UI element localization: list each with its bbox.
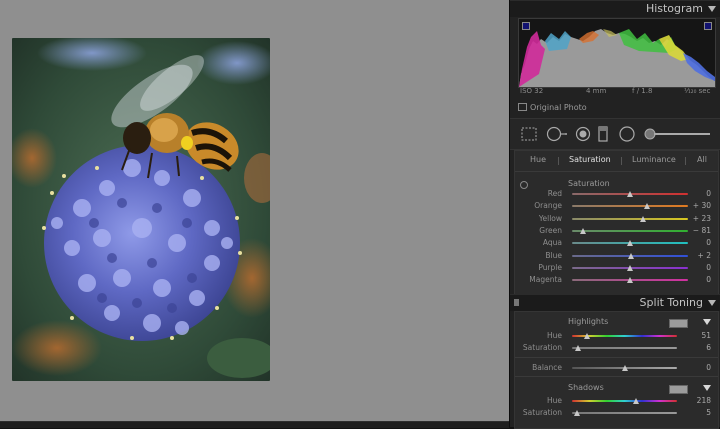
original-photo-checkbox[interactable] bbox=[518, 103, 527, 111]
hsl-green-label: Green bbox=[539, 225, 562, 235]
hsl-aqua-slider-thumb[interactable] bbox=[627, 240, 633, 247]
tab-separator bbox=[558, 157, 559, 165]
graduated-filter-icon[interactable] bbox=[598, 126, 608, 142]
shadows-color-swatch[interactable] bbox=[669, 385, 688, 394]
hsl-green-value[interactable]: − 81 bbox=[681, 226, 711, 235]
split-toning-header[interactable]: Split Toning bbox=[510, 294, 720, 311]
tab-hue[interactable]: Hue bbox=[530, 155, 546, 164]
hsl-orange-value[interactable]: + 30 bbox=[681, 201, 711, 210]
hsl-orange-slider[interactable] bbox=[572, 205, 688, 208]
shadows-hue-label: Hue bbox=[546, 396, 562, 405]
shadows-expand-triangle-icon[interactable] bbox=[703, 385, 711, 391]
highlights-saturation-slider[interactable] bbox=[572, 347, 677, 349]
hsl-red-label: Red bbox=[547, 189, 562, 198]
highlights-saturation-value[interactable]: 6 bbox=[681, 343, 711, 352]
hsl-green-slider[interactable] bbox=[572, 229, 688, 232]
highlights-color-swatch[interactable] bbox=[669, 319, 688, 328]
histogram-header[interactable]: Histogram bbox=[510, 0, 720, 17]
highlight-clipping-indicator-icon[interactable] bbox=[704, 22, 712, 30]
shadows-hue-value[interactable]: 218 bbox=[681, 396, 711, 405]
hsl-purple-slider-thumb[interactable] bbox=[627, 264, 633, 271]
tab-all[interactable]: All bbox=[697, 155, 707, 164]
balance-value[interactable]: 0 bbox=[681, 363, 711, 372]
shadows-saturation-label: Saturation bbox=[522, 408, 562, 417]
spot-removal-icon[interactable] bbox=[546, 126, 568, 142]
hsl-aqua-label: Aqua bbox=[542, 238, 562, 248]
hsl-blue-label: Blue bbox=[545, 250, 562, 260]
tab-saturation[interactable]: Saturation bbox=[569, 155, 611, 164]
hsl-magenta-value[interactable]: 0 bbox=[681, 275, 711, 284]
hsl-yellow-slider-thumb[interactable] bbox=[640, 215, 647, 222]
develop-right-panel: Histogram ISO 32 4 mm f / 1.8 ¹⁄₁₂₀ sec … bbox=[509, 0, 720, 429]
lightroom-develop-window: Histogram ISO 32 4 mm f / 1.8 ¹⁄₁₂₀ sec … bbox=[0, 0, 720, 429]
hsl-orange-label: Orange bbox=[534, 201, 562, 211]
highlights-expand-triangle-icon[interactable] bbox=[703, 319, 711, 325]
tab-separator bbox=[621, 157, 622, 165]
histogram-title: Histogram bbox=[645, 2, 703, 15]
highlights-hue-label: Hue bbox=[546, 331, 562, 340]
hsl-yellow-value[interactable]: + 23 bbox=[681, 214, 711, 223]
split-toning-title: Split Toning bbox=[639, 296, 703, 309]
hsl-purple-label: Purple bbox=[538, 262, 562, 272]
highlights-saturation-slider-thumb[interactable] bbox=[575, 345, 582, 351]
photo-preview-image bbox=[12, 38, 270, 381]
hsl-blue-slider-thumb[interactable] bbox=[628, 252, 635, 259]
highlights-label: Highlights bbox=[568, 317, 609, 326]
original-photo-label: Original Photo bbox=[530, 103, 587, 112]
shadows-saturation-slider[interactable] bbox=[572, 412, 677, 414]
section-divider bbox=[515, 376, 718, 377]
histogram-graph bbox=[519, 29, 715, 87]
hsl-blue-value[interactable]: + 2 bbox=[681, 251, 711, 260]
hsl-red-value[interactable]: 0 bbox=[681, 189, 711, 198]
hsl-yellow-slider[interactable] bbox=[572, 217, 688, 220]
bee-on-flower-photo[interactable] bbox=[12, 38, 270, 381]
hsl-red-slider-thumb[interactable] bbox=[627, 191, 633, 197]
panel-toggle-switch-icon[interactable] bbox=[514, 299, 519, 306]
hsl-yellow-label: Yellow bbox=[538, 213, 562, 223]
exif-aperture: f / 1.8 bbox=[632, 87, 653, 95]
shadows-hue-slider[interactable] bbox=[572, 400, 677, 402]
red-eye-correction-icon[interactable] bbox=[575, 126, 591, 142]
hsl-purple-value[interactable]: 0 bbox=[681, 263, 711, 272]
collapse-triangle-icon[interactable] bbox=[708, 6, 716, 12]
shadows-saturation-value[interactable]: 5 bbox=[681, 408, 711, 417]
original-photo-toggle[interactable]: Original Photo bbox=[518, 103, 587, 112]
collapse-triangle-icon[interactable] bbox=[708, 300, 716, 306]
split-toning-panel: Highlights Hue 51 Saturation 6 Balance 0… bbox=[514, 311, 719, 429]
highlights-saturation-label: Saturation bbox=[522, 343, 562, 352]
shadows-hue-slider-thumb[interactable] bbox=[632, 398, 639, 404]
crop-overlay-icon[interactable] bbox=[521, 127, 537, 141]
hsl-aqua-value[interactable]: 0 bbox=[681, 238, 711, 247]
hsl-green-slider-thumb[interactable] bbox=[580, 227, 587, 234]
hsl-tab-row: Hue Saturation Luminance All bbox=[515, 151, 718, 172]
radial-filter-icon[interactable] bbox=[619, 126, 635, 142]
saturation-subsection-title: Saturation bbox=[568, 179, 610, 188]
hsl-magenta-slider-thumb[interactable] bbox=[627, 277, 633, 284]
targeted-adjustment-tool-icon[interactable] bbox=[520, 181, 528, 189]
shadow-clipping-indicator-icon[interactable] bbox=[522, 22, 530, 30]
exif-focal-length: 4 mm bbox=[586, 87, 607, 95]
tab-luminance[interactable]: Luminance bbox=[632, 155, 676, 164]
shadows-saturation-slider-thumb[interactable] bbox=[574, 410, 581, 416]
section-divider bbox=[515, 357, 718, 358]
balance-label: Balance bbox=[532, 363, 562, 372]
adjustment-brush-icon[interactable] bbox=[644, 128, 710, 140]
histogram-display[interactable] bbox=[518, 18, 716, 88]
tab-separator bbox=[685, 157, 686, 165]
hsl-orange-slider-thumb[interactable] bbox=[644, 203, 651, 210]
photo-canvas[interactable] bbox=[0, 0, 509, 421]
balance-slider-thumb[interactable] bbox=[621, 365, 628, 371]
shadows-label: Shadows bbox=[568, 383, 604, 392]
exif-iso: ISO 32 bbox=[520, 87, 544, 95]
hsl-panel: Hue Saturation Luminance All Saturation … bbox=[514, 150, 719, 295]
exif-shutter-speed: ¹⁄₁₂₀ sec bbox=[684, 87, 711, 95]
hsl-magenta-label: Magenta bbox=[529, 275, 562, 285]
highlights-hue-value[interactable]: 51 bbox=[681, 331, 711, 340]
highlights-hue-slider-thumb[interactable] bbox=[583, 333, 590, 339]
tool-strip bbox=[510, 118, 720, 150]
